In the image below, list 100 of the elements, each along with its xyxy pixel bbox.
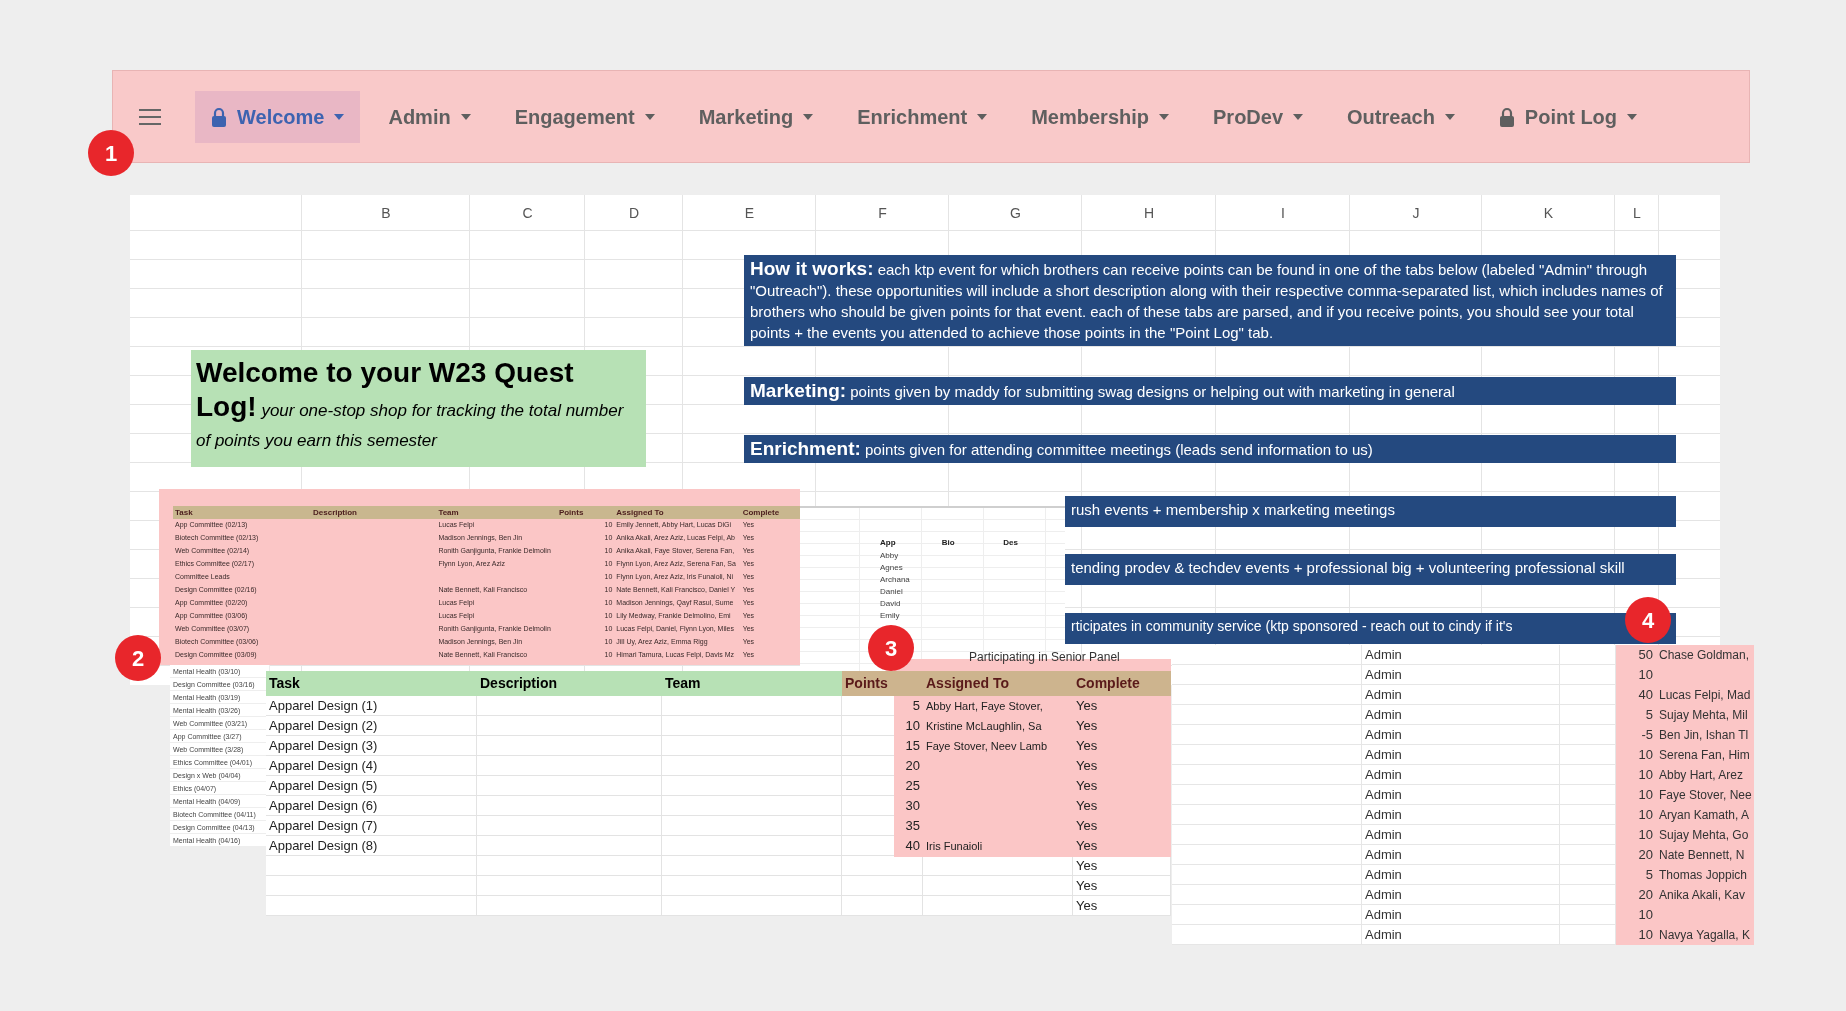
sheet-tab[interactable]: ProDev	[1197, 90, 1320, 143]
table-cell-text: 20	[905, 757, 920, 776]
table-cell-text: 10	[1638, 666, 1653, 685]
table-cell-text: 10	[1638, 826, 1653, 845]
column-header[interactable]: B	[381, 202, 391, 224]
table-cell-text: Apparel Design (6)	[269, 797, 378, 816]
column-header[interactable]: C	[522, 202, 533, 224]
table-cell-text: Faye Stover, Nee	[1659, 787, 1752, 804]
column-header[interactable]: F	[878, 202, 887, 224]
column-header[interactable]: L	[1633, 202, 1641, 224]
callout-badge: 2	[115, 635, 161, 681]
sheet-tab[interactable]: Membership	[1015, 90, 1185, 143]
table-cell-text: Yes	[1076, 857, 1098, 876]
table-cell: Daniel	[880, 588, 903, 596]
column-header: Task	[173, 506, 311, 519]
column-header: App	[880, 539, 896, 547]
info-box: How it works: each ktp event for which brothers can receive points can be found in one of the tabs below (labeled "Admin" through "Outreach"). these opportunities will include a short description along with their respective comma-separated list, which includes names of brothers who should be given points for that event. each of these tabs are parsed, and if you receive points, you should see your total points + the events you attended to achieve those points in the "Point Log" tab.	[744, 255, 1676, 346]
table-cell-text: Admin	[1365, 666, 1402, 685]
table-cell-text: Admin	[1365, 926, 1402, 945]
table-cell: Agnes	[880, 564, 903, 572]
table-cell-text: Admin	[1365, 906, 1402, 925]
column-header: Assigned To	[923, 671, 1073, 696]
table-cell-text: Chase Goldman,	[1659, 647, 1750, 664]
caret-icon	[977, 113, 988, 120]
table-cell-text: Serena Fan, Him	[1659, 747, 1750, 764]
table-cell-text: Abby Hart, Faye Stover,	[926, 698, 1043, 714]
table-cell-text: Yes	[1076, 757, 1098, 776]
table-cell-text: Admin	[1365, 746, 1402, 765]
table-cell-text: 50	[1638, 646, 1653, 665]
menu-icon[interactable]	[139, 108, 161, 125]
table-cell-text: Apparel Design (4)	[269, 757, 378, 776]
table-cell-text: 35	[905, 817, 920, 836]
caret-icon	[460, 113, 471, 120]
column-header: Task	[266, 671, 477, 696]
lock-icon	[211, 106, 227, 127]
table-cell-text: Yes	[1076, 897, 1098, 916]
table-cell-text: 10	[1638, 766, 1653, 785]
column-header: Complete	[740, 506, 800, 519]
column-header[interactable]: E	[744, 202, 755, 224]
info-box: Enrichment: points given for attending committee meetings (leads send information to us)	[744, 435, 1676, 463]
table-cell-text: Yes	[1076, 737, 1098, 756]
table-cell-text: Apparel Design (1)	[269, 697, 378, 716]
table-cell-text: Yes	[1076, 837, 1098, 856]
sheet-tab[interactable]: Outreach	[1331, 90, 1471, 143]
table-cell-text: Admin	[1365, 646, 1402, 665]
sheet-tab[interactable]: Engagement	[498, 90, 671, 143]
column-header: Team	[436, 506, 557, 519]
column-header[interactable]: H	[1143, 202, 1155, 224]
column-header: Points	[556, 506, 615, 519]
table-cell-text: Yes	[1076, 817, 1098, 836]
table-cell-text: -5	[1641, 726, 1653, 745]
sheet-tab[interactable]: Enrichment	[841, 90, 1004, 143]
table-cell-text: Admin	[1365, 766, 1402, 785]
table-cell-text: Sujay Mehta, Go	[1659, 827, 1749, 844]
table-cell-text: Yes	[1076, 697, 1098, 716]
column-header[interactable]: J	[1412, 202, 1420, 224]
lock-icon	[1498, 106, 1515, 127]
sheet-tab[interactable]: Marketing	[682, 90, 830, 143]
table-cell-text: Apparel Design (2)	[269, 717, 378, 736]
table-cell: David	[880, 600, 901, 608]
table-cell-text: 10	[905, 717, 920, 736]
table-cell-text: Aryan Kamath, A	[1659, 807, 1750, 824]
table-cell-text: Nate Bennett, N	[1659, 847, 1745, 864]
table-cell-text: Yes	[1076, 797, 1098, 816]
table-cell-text: 20	[1638, 886, 1653, 905]
table-cell-text: Yes	[1076, 877, 1098, 896]
table-cell-text: Admin	[1365, 866, 1402, 885]
table-cell-text: Admin	[1365, 806, 1402, 825]
table-cell-text: 5	[912, 697, 920, 716]
caret-icon	[644, 113, 655, 120]
table-cell-text: Admin	[1365, 706, 1402, 725]
table-cell-text: 25	[905, 777, 920, 796]
table-cell-text: Faye Stover, Neev Lamb	[926, 738, 1048, 754]
table-cell-text: Yes	[1076, 777, 1098, 796]
table-cell-text: Admin	[1365, 826, 1402, 845]
column-header[interactable]: G	[1010, 202, 1021, 224]
table-cell-text: Ben Jin, Ishan Tl	[1659, 727, 1749, 744]
info-box: Marketing: points given by maddy for submitting swag designs or helping out with marketing in general	[744, 377, 1676, 405]
table-cell: Emily	[880, 612, 900, 620]
column-header[interactable]: K	[1543, 202, 1554, 224]
sheet-tab[interactable]: Point Log	[1482, 90, 1654, 143]
table-cell-text: 40	[1638, 686, 1653, 705]
column-header[interactable]: I	[1281, 202, 1285, 224]
column-header: Complete	[1073, 671, 1171, 696]
table-cell-text: Kristine McLaughlin, Sa	[926, 718, 1042, 734]
table-cell-text: 20	[1638, 846, 1653, 865]
table-cell-text: Participating in Senior Panel	[968, 649, 1121, 666]
table-cell-text: Admin	[1365, 786, 1402, 805]
table-cell-text: Apparel Design (5)	[269, 777, 378, 796]
caret-icon	[803, 113, 814, 120]
table-cell-text: Anika Akali, Kav	[1659, 887, 1746, 904]
column-header[interactable]: D	[628, 202, 640, 224]
column-header: Team	[662, 671, 842, 696]
caret-icon	[1627, 113, 1638, 120]
sheet-tab[interactable]: Admin	[372, 90, 487, 143]
table-cell-text: 10	[1638, 786, 1653, 805]
table-cell-text: Lucas Felpi, Mad	[1659, 687, 1751, 704]
column-header: Des	[1003, 539, 1019, 547]
callout-badge: 1	[88, 130, 134, 176]
table-cell-text: Apparel Design (3)	[269, 737, 378, 756]
